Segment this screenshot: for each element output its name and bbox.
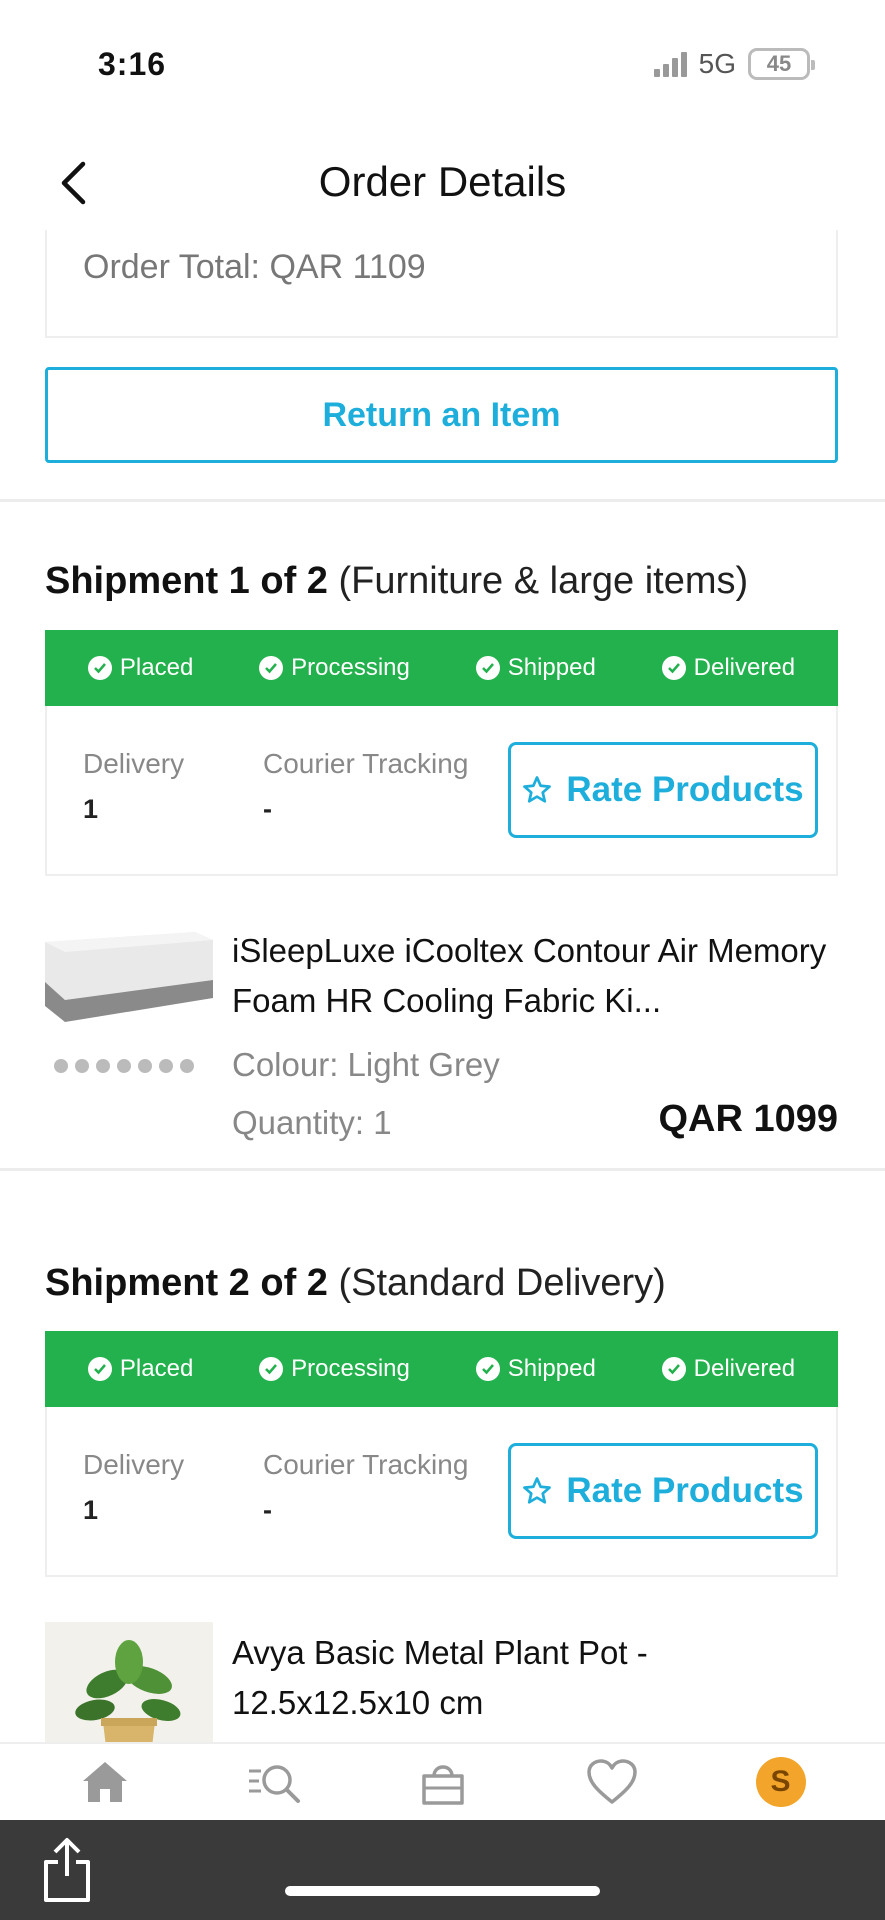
step-label: Shipped xyxy=(507,654,596,681)
shipment-1-type: (Furniture & large items) xyxy=(338,560,749,602)
shipment-2-number: Shipment 2 of 2 xyxy=(45,1262,328,1304)
step-delivered: Delivered xyxy=(661,1355,796,1383)
tracking-value: - xyxy=(263,1495,272,1525)
shipment-1-title: Shipment 1 of 2 (Furniture & large items… xyxy=(45,560,748,603)
step-processing: Processing xyxy=(259,654,410,682)
tracking-info: Courier Tracking - xyxy=(263,748,468,825)
section-divider xyxy=(0,1168,885,1171)
star-icon xyxy=(523,1477,552,1504)
status-indicators: 5G 45 xyxy=(653,48,815,80)
share-icon xyxy=(44,1838,90,1902)
share-button[interactable] xyxy=(38,1836,96,1904)
check-circle-icon xyxy=(87,656,112,680)
shipment-1-status-track: Placed Processing Shipped Delivered xyxy=(45,630,838,706)
step-label: Placed xyxy=(119,1355,194,1382)
section-divider xyxy=(0,499,885,502)
step-delivered: Delivered xyxy=(661,654,796,682)
rate-products-button[interactable]: Rate Products xyxy=(508,1443,818,1539)
delivery-info: Delivery 1 xyxy=(83,748,184,825)
product-item-2[interactable]: Avya Basic Metal Plant Pot - 12.5x12.5x1… xyxy=(45,1622,838,1742)
shipment-2-title: Shipment 2 of 2 (Standard Delivery) xyxy=(45,1262,666,1305)
coin-icon: S xyxy=(755,1757,806,1807)
delivery-label: Delivery xyxy=(83,1449,185,1480)
shipment-2-info-card: Delivery 1 Courier Tracking - Rate Produ… xyxy=(45,1407,838,1577)
page-title: Order Details xyxy=(318,158,567,205)
step-label: Delivered xyxy=(693,1355,796,1382)
order-total-card: Order Total: QAR 1109 xyxy=(45,230,838,338)
step-processing: Processing xyxy=(259,1355,410,1383)
shipment-1-info-card: Delivery 1 Courier Tracking - Rate Produ… xyxy=(45,706,838,876)
signal-icon xyxy=(653,51,687,77)
nav-rewards[interactable]: S xyxy=(746,1752,816,1812)
nav-bag[interactable] xyxy=(408,1752,478,1812)
nav-home[interactable] xyxy=(70,1752,140,1812)
order-content[interactable]: Order Total: QAR 1109 Return an Item Shi… xyxy=(0,230,885,1742)
check-circle-icon xyxy=(87,1357,112,1381)
battery-icon: 45 xyxy=(748,48,815,80)
shipment-2-status-track: Placed Processing Shipped Delivered xyxy=(45,1331,838,1407)
bag-icon xyxy=(421,1765,464,1805)
tracking-info: Courier Tracking - xyxy=(263,1449,468,1526)
product-image[interactable] xyxy=(45,1622,213,1742)
check-circle-icon xyxy=(259,1357,284,1381)
system-bar xyxy=(0,1820,885,1920)
rate-products-label: Rate Products xyxy=(566,770,804,809)
home-indicator[interactable] xyxy=(285,1886,600,1896)
step-shipped: Shipped xyxy=(475,654,596,682)
delivery-info: Delivery 1 xyxy=(83,1449,184,1526)
step-label: Processing xyxy=(291,1355,410,1382)
delivery-value: 1 xyxy=(83,794,99,824)
product-quantity: Quantity: 1 xyxy=(232,1104,392,1141)
step-placed: Placed xyxy=(87,1355,194,1383)
tracking-label: Courier Tracking xyxy=(263,748,469,779)
delivery-label: Delivery xyxy=(83,748,185,779)
product-name[interactable]: Avya Basic Metal Plant Pot - 12.5x12.5x1… xyxy=(232,1628,838,1728)
step-label: Processing xyxy=(291,654,410,681)
star-icon xyxy=(523,776,552,803)
shipment-1-number: Shipment 1 of 2 xyxy=(45,560,328,602)
check-circle-icon xyxy=(661,1357,686,1381)
product-price: QAR 1099 xyxy=(658,1098,838,1140)
battery-level: 45 xyxy=(766,51,792,76)
tracking-value: - xyxy=(263,794,272,824)
product-item-1[interactable]: iSleepLuxe iCooltex Contour Air Memory F… xyxy=(45,920,838,1160)
home-icon xyxy=(82,1762,127,1802)
check-circle-icon xyxy=(259,656,284,680)
check-circle-icon xyxy=(475,656,500,680)
delivery-value: 1 xyxy=(83,1495,99,1525)
check-circle-icon xyxy=(475,1357,500,1381)
product-colour: Colour: Light Grey xyxy=(232,1046,500,1083)
network-label: 5G xyxy=(698,48,736,79)
order-total: Order Total: QAR 1109 xyxy=(83,248,426,286)
step-label: Shipped xyxy=(507,1355,596,1382)
search-icon xyxy=(248,1765,300,1803)
rate-products-button[interactable]: Rate Products xyxy=(508,742,818,838)
heart-icon xyxy=(586,1759,637,1804)
header: Order Details xyxy=(0,130,885,235)
step-shipped: Shipped xyxy=(475,1355,596,1383)
tracking-label: Courier Tracking xyxy=(263,1449,469,1480)
step-label: Placed xyxy=(119,654,194,681)
step-placed: Placed xyxy=(87,654,194,682)
status-bar: 3:16 5G 45 xyxy=(0,0,885,130)
step-label: Delivered xyxy=(693,654,796,681)
return-item-button[interactable]: Return an Item xyxy=(45,367,838,463)
shipment-2-type: (Standard Delivery) xyxy=(338,1262,666,1304)
nav-wishlist[interactable] xyxy=(577,1752,647,1812)
nav-search[interactable] xyxy=(239,1752,309,1812)
status-time: 3:16 xyxy=(98,46,167,82)
bottom-nav: S xyxy=(0,1742,885,1820)
check-circle-icon xyxy=(661,656,686,680)
product-image[interactable] xyxy=(45,920,213,1088)
product-name[interactable]: iSleepLuxe iCooltex Contour Air Memory F… xyxy=(232,926,838,1026)
rate-products-label: Rate Products xyxy=(566,1471,804,1510)
